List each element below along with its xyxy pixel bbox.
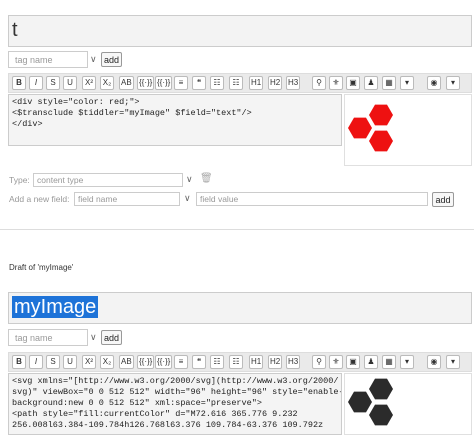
field-name-dropdown-icon[interactable]: ∨ xyxy=(184,193,191,204)
field-add-button[interactable]: add xyxy=(432,192,454,207)
more-button[interactable]: ▾ xyxy=(400,76,414,90)
type-placeholder: content type xyxy=(37,175,84,185)
trash-icon[interactable]: 🗑 xyxy=(200,173,213,184)
italic-button[interactable]: I xyxy=(29,76,43,90)
quote-button[interactable]: ❝ xyxy=(192,355,206,369)
code-line: svg)" viewBox="0 0 512 512" width="96" h… xyxy=(12,387,342,397)
tag-input[interactable]: tag name xyxy=(8,51,88,68)
link-button[interactable]: ⚲ xyxy=(312,355,326,369)
stamp-button[interactable]: ♟ xyxy=(364,76,378,90)
subscript-button[interactable]: X₂ xyxy=(100,76,114,90)
hexagon-shape xyxy=(348,117,372,139)
h2-button[interactable]: H2 xyxy=(268,355,283,369)
h1-button[interactable]: H1 xyxy=(249,355,264,369)
preview-type-button[interactable]: ▾ xyxy=(446,76,460,90)
code-line: <path style="fill:currentColor" d="M72.6… xyxy=(12,409,298,419)
code-line: <svg xmlns="[http://www.w3.org/2000/svg]… xyxy=(12,376,339,386)
italic-button[interactable]: I xyxy=(29,355,43,369)
bold-button[interactable]: B xyxy=(12,76,26,90)
underline-button[interactable]: U xyxy=(63,76,77,90)
title-text-selected: myImage xyxy=(12,296,99,318)
new-field-label: Add a new field: xyxy=(9,194,70,204)
smallcaps-button[interactable]: AB xyxy=(119,76,134,90)
text-editor[interactable]: <div style="color: red;"> <$transclude $t… xyxy=(8,94,342,146)
subscript-button[interactable]: X₂ xyxy=(100,355,114,369)
tag-input-draft[interactable]: tag name xyxy=(8,329,88,346)
code-line: <$transclude $tiddler="myImage" $field="… xyxy=(12,108,252,118)
number-list-button[interactable]: ☷ xyxy=(229,76,243,90)
link-button[interactable]: ⚲ xyxy=(312,76,326,90)
tag-add-button-draft[interactable]: add xyxy=(101,330,122,345)
strikethrough-button[interactable]: S xyxy=(46,355,60,369)
bullet-list-button[interactable]: ☷ xyxy=(210,355,224,369)
title-text: t xyxy=(12,19,18,41)
more-button[interactable]: ▾ xyxy=(400,355,414,369)
preview-button[interactable]: ◉ xyxy=(427,76,441,90)
bullet-list-button[interactable]: ☷ xyxy=(210,76,224,90)
code-line: 256.008l63.384-109.784h126.768l63.376 10… xyxy=(12,420,324,430)
editor-toolbar: B I S U X² X₂ AB {{·}} {{·}} ≡ ❝ ☷ ☷ H1 H2 H3 ⚲ ⚜ ▣ ♟ ▦ ▾ ◉ ▾ xyxy=(8,73,472,93)
preview-button[interactable]: ◉ xyxy=(427,355,441,369)
picture-button[interactable]: ⚜ xyxy=(329,76,343,90)
code-line: background:new 0 0 512 512" xml:space="p… xyxy=(12,398,262,408)
type-label: Type: xyxy=(9,175,30,185)
size-button[interactable]: ▦ xyxy=(382,76,396,90)
hexagon-shape xyxy=(369,130,393,152)
tiddler-divider xyxy=(0,229,474,230)
title-input[interactable]: t xyxy=(8,15,472,47)
strikethrough-button[interactable]: S xyxy=(46,76,60,90)
macro-button[interactable]: {{·}} xyxy=(155,76,173,90)
image-button[interactable]: ▣ xyxy=(346,355,360,369)
smallcaps-button[interactable]: AB xyxy=(119,355,134,369)
transclude-button[interactable]: {{·}} xyxy=(137,76,155,90)
field-value-placeholder: field value xyxy=(200,194,239,204)
tag-add-button[interactable]: add xyxy=(101,52,122,67)
code-line: </div> xyxy=(12,119,43,129)
h3-button[interactable]: H3 xyxy=(286,76,301,90)
type-input[interactable]: content type xyxy=(33,173,183,187)
superscript-button[interactable]: X² xyxy=(82,355,96,369)
picture-button[interactable]: ⚜ xyxy=(329,355,343,369)
preview-pane-draft xyxy=(344,373,472,435)
bold-button[interactable]: B xyxy=(12,355,26,369)
field-value-input[interactable]: field value xyxy=(196,192,428,206)
image-button[interactable]: ▣ xyxy=(346,76,360,90)
hexagon-shape xyxy=(369,378,393,400)
tag-dropdown-icon[interactable]: ∨ xyxy=(90,54,97,65)
preview-pane xyxy=(344,94,472,166)
hr-button[interactable]: ≡ xyxy=(174,355,188,369)
tag-dropdown-icon-draft[interactable]: ∨ xyxy=(90,332,97,343)
preview-type-button[interactable]: ▾ xyxy=(446,355,460,369)
transclude-button[interactable]: {{·}} xyxy=(137,355,155,369)
h1-button[interactable]: H1 xyxy=(249,76,264,90)
field-name-placeholder: field name xyxy=(78,194,118,204)
underline-button[interactable]: U xyxy=(63,355,77,369)
h3-button[interactable]: H3 xyxy=(286,355,301,369)
quote-button[interactable]: ❝ xyxy=(192,76,206,90)
title-input-draft[interactable]: myImage xyxy=(8,292,472,324)
hexagon-image-draft xyxy=(348,378,393,426)
number-list-button[interactable]: ☷ xyxy=(229,355,243,369)
hexagon-shape xyxy=(369,404,393,426)
hexagon-shape xyxy=(348,391,372,413)
size-button[interactable]: ▦ xyxy=(382,355,396,369)
code-line: <div style="color: red;"> xyxy=(12,97,140,107)
field-name-input[interactable]: field name xyxy=(74,192,180,206)
h2-button[interactable]: H2 xyxy=(268,76,283,90)
hr-button[interactable]: ≡ xyxy=(174,76,188,90)
type-dropdown-icon[interactable]: ∨ xyxy=(186,174,193,185)
macro-button[interactable]: {{·}} xyxy=(155,355,173,369)
tag-placeholder-draft: tag name xyxy=(15,333,53,343)
draft-label: Draft of 'myImage' xyxy=(9,263,74,272)
stamp-button[interactable]: ♟ xyxy=(364,355,378,369)
hexagon-image xyxy=(348,104,393,152)
superscript-button[interactable]: X² xyxy=(82,76,96,90)
text-editor-draft[interactable]: <svg xmlns="[http://www.w3.org/2000/svg]… xyxy=(8,373,342,435)
hexagon-shape xyxy=(369,104,393,126)
tag-placeholder: tag name xyxy=(15,55,53,65)
editor-toolbar-draft: B I S U X² X₂ AB {{·}} {{·}} ≡ ❝ ☷ ☷ H1 H2 H3 ⚲ ⚜ ▣ ♟ ▦ ▾ ◉ ▾ xyxy=(8,352,472,372)
